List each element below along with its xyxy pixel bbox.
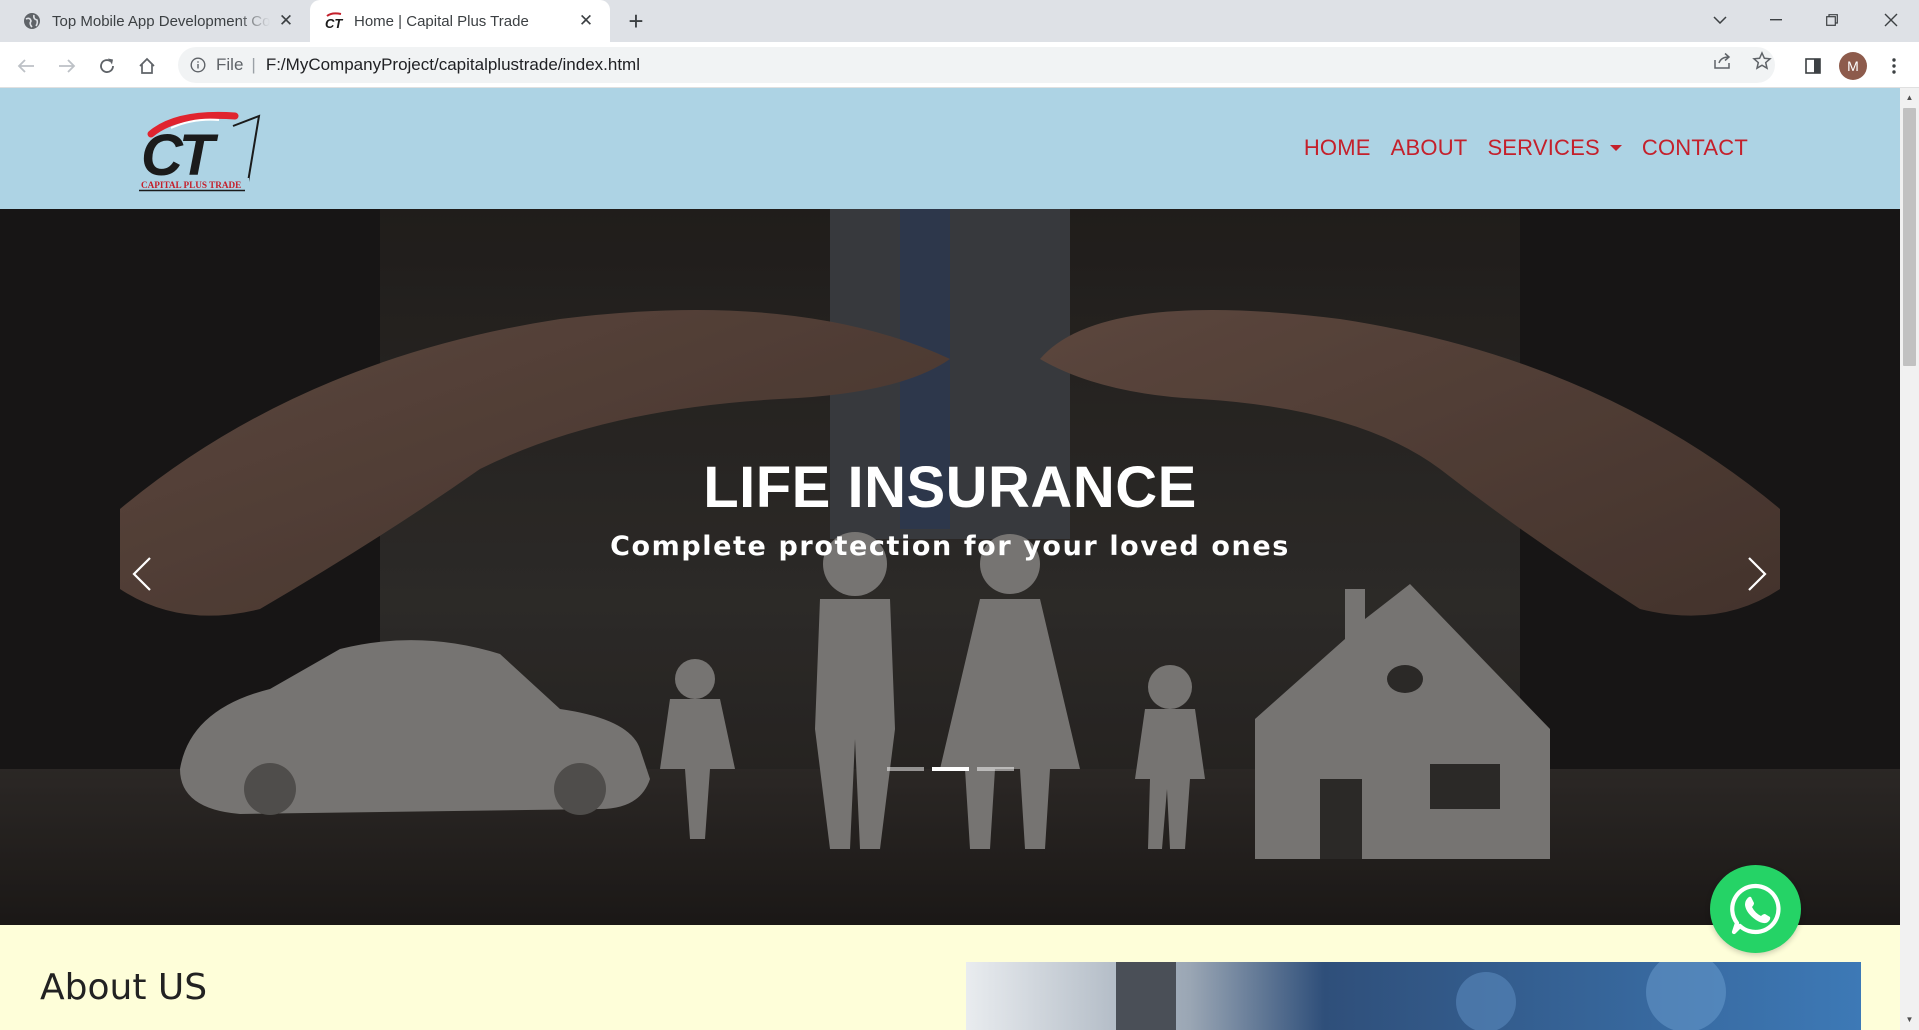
- share-icon[interactable]: [1712, 50, 1734, 72]
- browser-tab-inactive[interactable]: Top Mobile App Development Co ✕: [8, 0, 310, 42]
- chevron-down-icon: [1609, 145, 1622, 151]
- carousel-indicator[interactable]: [886, 767, 924, 771]
- nav-about[interactable]: ABOUT: [1391, 135, 1468, 161]
- nav-home[interactable]: HOME: [1304, 135, 1371, 161]
- tab-title: Home | Capital Plus Trade: [354, 12, 529, 30]
- carousel-prev-button[interactable]: [122, 549, 162, 599]
- browser-tab-active[interactable]: CT Home | Capital Plus Trade ✕: [310, 0, 610, 42]
- back-icon[interactable]: [10, 50, 42, 82]
- address-bar[interactable]: File | F:/MyCompanyProject/capitalplustr…: [178, 47, 1775, 83]
- globe-icon: [22, 11, 42, 31]
- nav-services[interactable]: SERVICES: [1487, 135, 1622, 161]
- browser-toolbar: File | F:/MyCompanyProject/capitalplustr…: [0, 42, 1919, 88]
- ct-logo-icon: CT: [324, 11, 344, 31]
- scroll-up-arrow-icon[interactable]: ▲: [1900, 89, 1919, 106]
- whatsapp-button[interactable]: [1710, 865, 1801, 953]
- nav-about-label: ABOUT: [1390, 135, 1468, 160]
- carousel-indicators: [0, 767, 1900, 771]
- site-logo[interactable]: CT CAPITAL PLUS TRADE: [137, 106, 261, 192]
- bookmark-star-icon[interactable]: [1751, 50, 1773, 72]
- profile-avatar[interactable]: M: [1837, 50, 1869, 82]
- main-nav: HOME ABOUT SERVICES CONTACT: [1304, 135, 1748, 161]
- nav-contact[interactable]: CONTACT: [1642, 135, 1748, 161]
- page-viewport: CT CAPITAL PLUS TRADE HOME ABOUT SERVICE…: [0, 88, 1900, 1030]
- hero-subtitle: Complete protection for your loved ones: [610, 531, 1290, 562]
- close-tab-icon[interactable]: ✕: [576, 11, 596, 31]
- address-separator: |: [251, 55, 256, 74]
- nav-home-label: HOME: [1303, 135, 1371, 160]
- address-url: F:/MyCompanyProject/capitalplustrade/ind…: [265, 55, 640, 74]
- about-image: [966, 962, 1861, 1030]
- site-header: CT CAPITAL PLUS TRADE HOME ABOUT SERVICE…: [0, 88, 1900, 209]
- menu-kebab-icon[interactable]: [1878, 50, 1910, 82]
- about-section: About US: [0, 925, 1900, 1030]
- restore-icon[interactable]: [1804, 0, 1860, 40]
- page-scrollbar[interactable]: ▲ ▼: [1900, 88, 1919, 1030]
- carousel-indicator-active[interactable]: [931, 767, 969, 771]
- hero-carousel: LIFE INSURANCE Complete protection for y…: [0, 209, 1900, 925]
- chevron-right-icon: [1748, 557, 1767, 591]
- close-tab-icon[interactable]: ✕: [276, 11, 296, 31]
- nav-contact-label: CONTACT: [1641, 135, 1748, 160]
- nav-services-label: SERVICES: [1487, 135, 1600, 160]
- reload-icon[interactable]: [91, 50, 123, 82]
- address-scheme: File: [216, 55, 244, 74]
- logo-caption: CAPITAL PLUS TRADE: [141, 180, 241, 190]
- whatsapp-icon: [1729, 883, 1781, 935]
- forward-icon[interactable]: [51, 50, 83, 82]
- scroll-down-arrow-icon[interactable]: ▼: [1900, 1011, 1919, 1028]
- home-icon[interactable]: [131, 50, 163, 82]
- scrollbar-thumb[interactable]: [1903, 108, 1916, 366]
- tab-search-icon[interactable]: [1692, 0, 1748, 40]
- about-heading: About US: [40, 967, 208, 1008]
- carousel-indicator[interactable]: [976, 767, 1014, 771]
- browser-tab-strip: Top Mobile App Development Co ✕ CT Home …: [0, 0, 1919, 42]
- close-window-icon[interactable]: [1863, 0, 1919, 40]
- side-panel-icon[interactable]: [1797, 50, 1829, 82]
- new-tab-button[interactable]: +: [620, 8, 652, 36]
- minimize-icon[interactable]: [1748, 0, 1804, 40]
- chevron-left-icon: [132, 557, 151, 591]
- svg-text:CT: CT: [325, 16, 343, 30]
- hero-title: LIFE INSURANCE: [703, 455, 1197, 520]
- tab-title: Top Mobile App Development Co: [52, 12, 270, 30]
- hero-background-image: [0, 209, 1900, 925]
- info-icon[interactable]: [188, 55, 208, 75]
- carousel-next-button[interactable]: [1737, 549, 1777, 599]
